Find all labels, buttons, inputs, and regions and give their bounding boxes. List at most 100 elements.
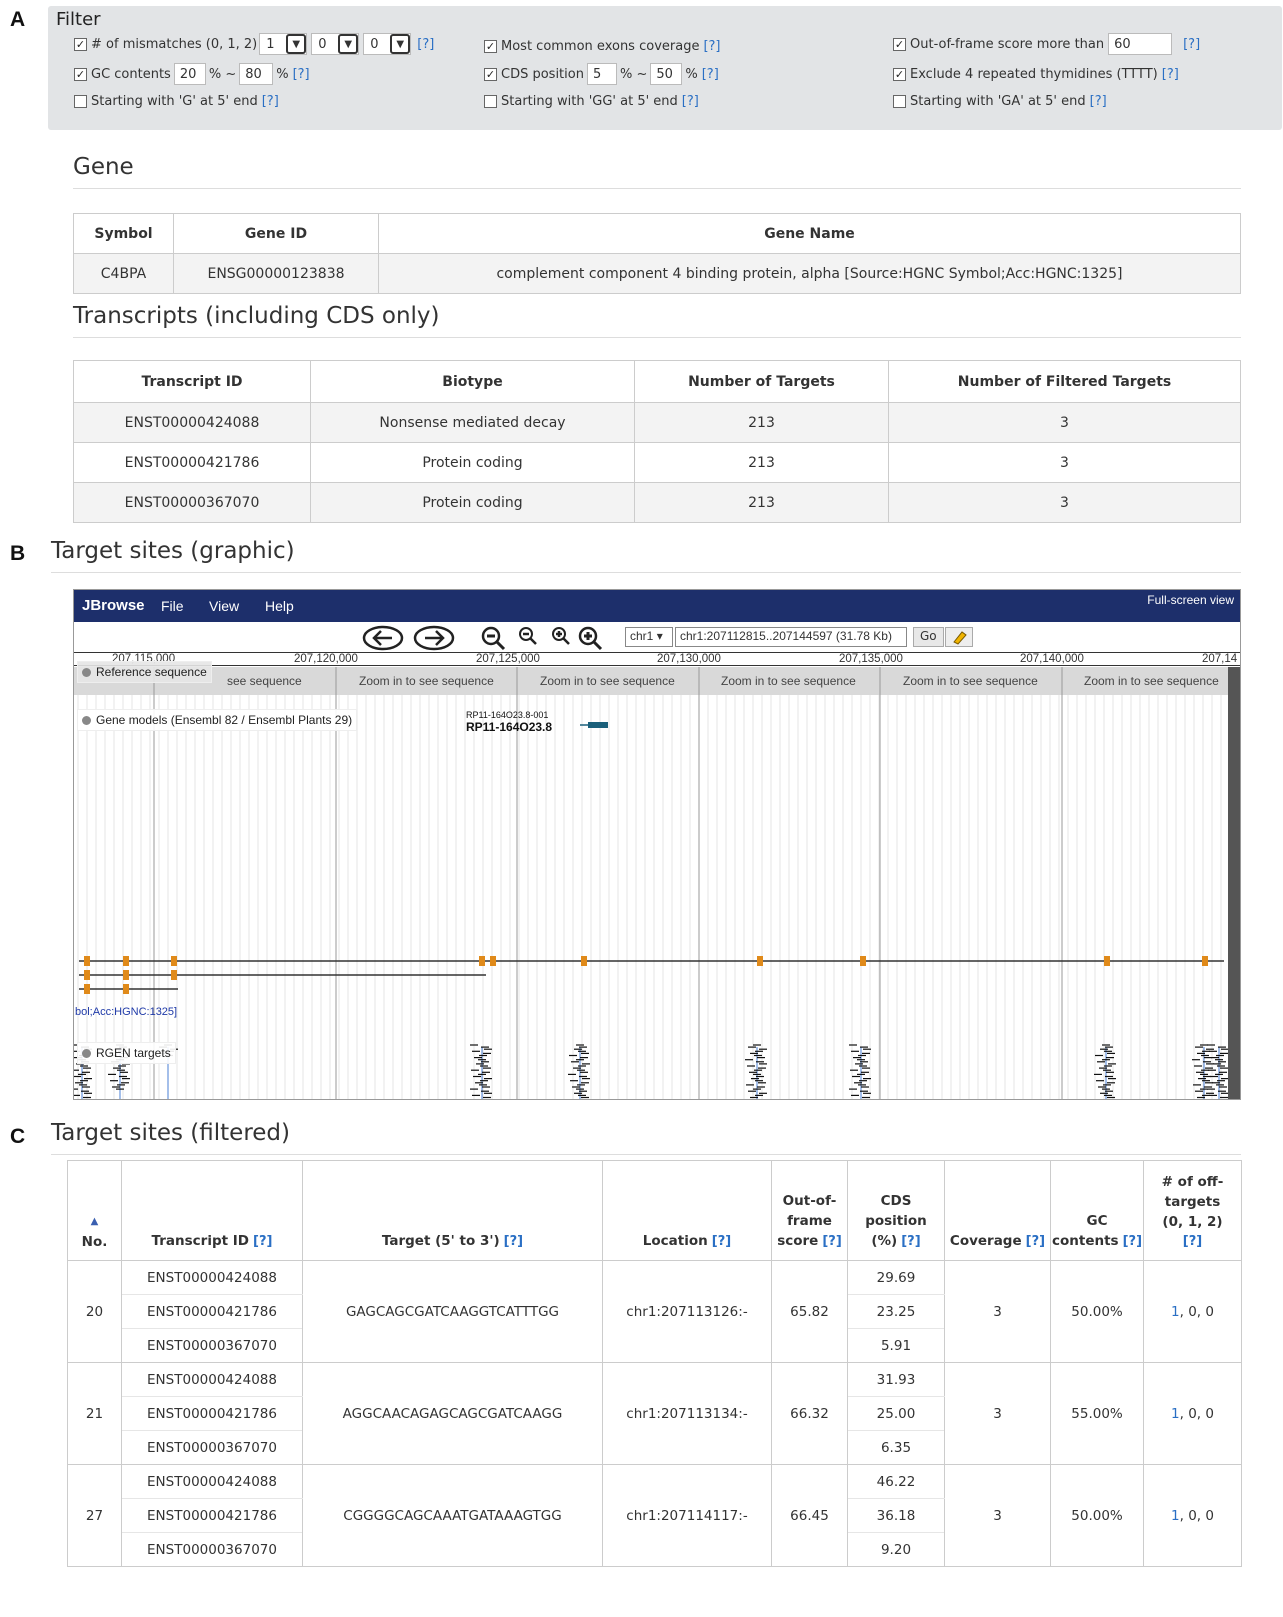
tttt-help-link[interactable]: [?]: [1162, 67, 1179, 82]
off-target-link[interactable]: 1: [1171, 1508, 1180, 1524]
track-close-icon[interactable]: [82, 1049, 91, 1058]
target-sequence: CGGGGCAGCAAATGATAAAGTGG: [302, 1464, 603, 1567]
col-oof-help[interactable]: [?]: [822, 1234, 841, 1249]
oof-input[interactable]: 60: [1108, 33, 1173, 55]
reference-sequence-label[interactable]: Reference sequence: [77, 661, 212, 683]
col-target-help[interactable]: [?]: [504, 1234, 523, 1249]
cds-help-link[interactable]: [?]: [702, 67, 719, 82]
filtered-heading-divider: [51, 1154, 1241, 1155]
col-location-help[interactable]: [?]: [712, 1234, 731, 1249]
col-target[interactable]: Target (5' to 3') [?]: [302, 1160, 603, 1261]
col-location[interactable]: Location [?]: [602, 1160, 772, 1261]
cds-checkbox[interactable]: ✓: [484, 67, 497, 81]
mismatch-select-2[interactable]: 0 ▼: [363, 33, 412, 55]
gc-unit: %: [276, 66, 289, 82]
exons-help-link[interactable]: [?]: [703, 39, 720, 54]
fullscreen-link[interactable]: Full-screen view: [1147, 593, 1234, 607]
mismatch-select-1[interactable]: 0 ▼: [311, 33, 360, 55]
col-off-targets[interactable]: # of off-targets (0, 1, 2) [?]: [1143, 1160, 1242, 1261]
exons-checkbox[interactable]: ✓: [484, 39, 497, 53]
col-cds-position[interactable]: CDS position (%) [?]: [847, 1160, 945, 1261]
oof-help-link[interactable]: [?]: [1183, 37, 1200, 52]
ga5-checkbox[interactable]: [893, 94, 906, 108]
oof-filter: ✓ Out-of-frame score more than 60 [?]: [893, 33, 1200, 55]
track-area: see sequence Zoom in to see sequence Zoo…: [74, 661, 1228, 1099]
exon-block: [490, 956, 496, 966]
mismatch-checkbox[interactable]: ✓: [74, 37, 87, 51]
gc-max-input[interactable]: 80: [239, 63, 274, 85]
mismatch-label: # of mismatches (0, 1, 2): [91, 36, 258, 52]
zoom-out-icon[interactable]: [517, 625, 539, 653]
target-location: chr1:207113134:-: [602, 1362, 772, 1465]
cds-position-cell: 36.18: [847, 1498, 945, 1533]
location-input[interactable]: chr1:207112815..207144597 (31.78 Kb): [675, 627, 907, 647]
gene-feature-block: [588, 722, 608, 728]
mismatch-select-0[interactable]: 1 ▼: [259, 33, 308, 55]
ruler-tick-label: 207,135,000: [839, 653, 903, 665]
g5-help-link[interactable]: [?]: [262, 94, 279, 109]
cds-max-input[interactable]: 50: [650, 63, 683, 85]
gene-models-label[interactable]: Gene models (Ensembl 82 / Ensembl Plants…: [77, 709, 358, 731]
ruler-tick-label: 207,120,000: [294, 653, 358, 665]
gc-help-link[interactable]: [?]: [293, 67, 310, 82]
off-target-link[interactable]: 1: [1171, 1406, 1180, 1422]
col-cds-help[interactable]: [?]: [901, 1234, 920, 1249]
oof-score: 66.32: [771, 1362, 848, 1465]
rgen-targets-label-text: RGEN targets: [96, 1046, 171, 1060]
g5-checkbox[interactable]: [74, 94, 87, 108]
col-gc-contents[interactable]: GC contents [?]: [1049, 1160, 1145, 1261]
gene-table-header-row: Symbol Gene ID Gene Name: [73, 213, 1241, 254]
track-close-icon[interactable]: [82, 668, 91, 677]
tx-filtered: 3: [888, 402, 1241, 443]
gene-heading-divider: [73, 188, 1241, 189]
gc-checkbox[interactable]: ✓: [74, 67, 87, 81]
zoom-in-icon[interactable]: [550, 625, 572, 653]
target-number: 27: [67, 1464, 122, 1567]
tx-biotype: Protein coding: [310, 442, 635, 483]
gg5-help-link[interactable]: [?]: [682, 94, 699, 109]
mismatch-help-link[interactable]: [?]: [417, 37, 434, 52]
gc-min-input[interactable]: 20: [173, 63, 206, 85]
go-button[interactable]: Go: [913, 627, 944, 647]
col-no[interactable]: ▲ No.: [67, 1160, 122, 1261]
highlight-tool-icon[interactable]: [945, 627, 973, 647]
exon-block: [84, 970, 90, 980]
col-transcript-id[interactable]: Transcript ID [?]: [121, 1160, 303, 1261]
col-oof-score[interactable]: Out-of-frame score [?]: [771, 1160, 848, 1261]
tttt-label: Exclude 4 repeated thymidines (TTTT): [910, 66, 1158, 82]
col-target-label: Target (5' to 3'): [381, 1233, 500, 1249]
col-oof-label-3: score: [777, 1233, 819, 1249]
chevron-down-icon: ▼: [338, 34, 359, 54]
rgen-targets-label[interactable]: RGEN targets: [77, 1042, 176, 1064]
tttt-checkbox[interactable]: ✓: [893, 67, 906, 81]
menu-view[interactable]: View: [209, 598, 239, 614]
col-gc-help[interactable]: [?]: [1123, 1234, 1142, 1249]
chromosome-select[interactable]: chr1 ▾: [625, 627, 673, 647]
gc-label: GC contents: [91, 66, 171, 82]
cds-min-input[interactable]: 5: [586, 63, 617, 85]
target-number: 20: [67, 1260, 122, 1363]
ga5-label: Starting with 'GA' at 5' end: [910, 93, 1086, 109]
mismatch-select-0-value: 1: [266, 36, 275, 52]
graphic-heading-divider: [51, 572, 1241, 573]
tx-targets: 213: [634, 402, 889, 443]
oof-checkbox[interactable]: ✓: [893, 37, 906, 51]
exons-filter: ✓ Most common exons coverage [?]: [484, 35, 721, 57]
menu-help[interactable]: Help: [265, 598, 294, 614]
track-close-icon[interactable]: [82, 716, 91, 725]
gg5-checkbox[interactable]: [484, 94, 497, 108]
off-target-link[interactable]: 1: [1171, 1304, 1180, 1320]
col-transcript-id-help[interactable]: [?]: [253, 1234, 272, 1249]
col-coverage-help[interactable]: [?]: [1026, 1234, 1045, 1249]
col-off-help[interactable]: [?]: [1145, 1232, 1240, 1252]
coverage-value: 3: [944, 1464, 1051, 1567]
jbrowse-navbar: chr1 ▾ chr1:207112815..207144597 (31.78 …: [74, 622, 1240, 652]
col-coverage[interactable]: Coverage [?]: [944, 1160, 1051, 1261]
transcript-id-cell: ENST00000367070: [121, 1328, 303, 1363]
vertical-scrollbar[interactable]: [1228, 667, 1240, 1099]
gc-range-sep: % ~: [208, 66, 237, 82]
ga5-help-link[interactable]: [?]: [1090, 94, 1107, 109]
col-no-label: No.: [81, 1234, 108, 1250]
menu-file[interactable]: File: [161, 598, 184, 614]
filter-panel: Filter ✓ # of mismatches (0, 1, 2) 1 ▼ 0 ▼…: [48, 6, 1282, 130]
